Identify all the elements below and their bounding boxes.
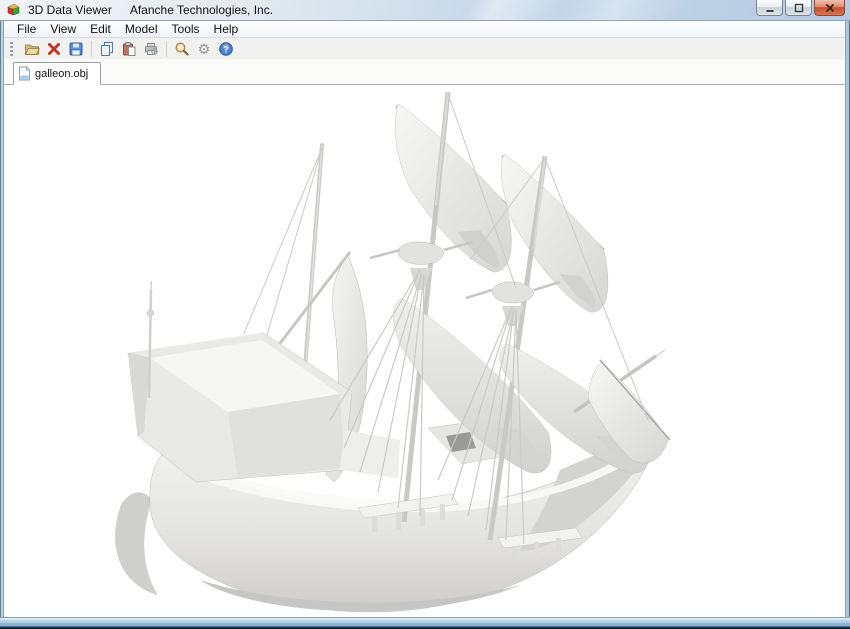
maximize-icon xyxy=(793,2,805,14)
copy-icon xyxy=(99,41,115,57)
tab-bar: galleon.obj xyxy=(4,59,845,85)
document-icon xyxy=(18,66,31,81)
help-icon: ? xyxy=(218,41,234,57)
menu-view[interactable]: View xyxy=(43,21,83,37)
print-icon xyxy=(143,41,159,57)
app-window: 3D Data Viewer Afanche Technologies, Inc… xyxy=(0,0,850,629)
window-frame-right xyxy=(845,21,850,617)
menu-help[interactable]: Help xyxy=(207,21,246,37)
toolbar-separator xyxy=(166,41,167,57)
3d-viewport[interactable] xyxy=(4,85,845,617)
save-icon xyxy=(68,41,84,57)
app-icon xyxy=(6,2,22,18)
copy-button[interactable] xyxy=(97,39,117,58)
open-file-button[interactable] xyxy=(22,39,42,58)
svg-text:?: ? xyxy=(223,44,229,54)
menu-edit[interactable]: Edit xyxy=(83,21,118,37)
zoom-button[interactable] xyxy=(172,39,192,58)
tab-galleon-obj[interactable]: galleon.obj xyxy=(13,62,101,85)
zoom-icon xyxy=(174,41,190,57)
toolbar-grip[interactable] xyxy=(10,42,13,56)
help-button[interactable]: ? xyxy=(216,39,236,58)
settings-gear-icon: ⚙ xyxy=(198,42,211,56)
close-icon xyxy=(824,2,836,14)
window-frame-left xyxy=(0,21,4,617)
open-folder-icon xyxy=(24,41,40,57)
menu-model[interactable]: Model xyxy=(118,21,165,37)
window-title: 3D Data Viewer xyxy=(28,3,112,17)
toolbar-separator xyxy=(91,41,92,57)
window-controls xyxy=(756,0,845,16)
menu-file[interactable]: File xyxy=(10,21,43,37)
toolbar: ⚙ ? xyxy=(4,38,845,59)
menu-bar: File View Edit Model Tools Help xyxy=(4,21,845,38)
settings-button[interactable]: ⚙ xyxy=(194,39,214,58)
title-bar: 3D Data Viewer Afanche Technologies, Inc… xyxy=(0,0,850,21)
window-frame-bottom xyxy=(0,617,850,629)
paste-button[interactable] xyxy=(119,39,139,58)
delete-icon xyxy=(46,41,62,57)
save-button[interactable] xyxy=(66,39,86,58)
paste-icon xyxy=(121,41,137,57)
minimize-icon xyxy=(764,2,776,14)
close-file-button[interactable] xyxy=(44,39,64,58)
maximize-button[interactable] xyxy=(785,0,812,16)
minimize-button[interactable] xyxy=(756,0,783,16)
tab-label: galleon.obj xyxy=(35,68,88,80)
menu-tools[interactable]: Tools xyxy=(165,21,207,37)
titlebar-glass-sheen xyxy=(0,0,850,20)
print-button[interactable] xyxy=(141,39,161,58)
window-company: Afanche Technologies, Inc. xyxy=(130,3,273,17)
close-button[interactable] xyxy=(814,0,845,16)
3d-model-galleon xyxy=(4,85,845,617)
